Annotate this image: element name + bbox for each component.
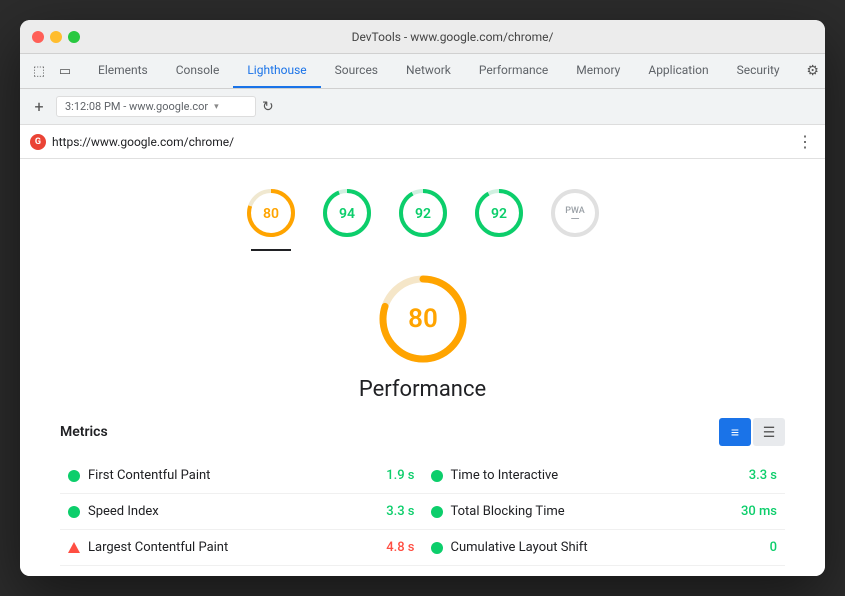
maximize-button[interactable] [68, 31, 80, 43]
title-bar: DevTools - www.google.com/chrome/ [20, 20, 825, 54]
metric-si: Speed Index 3.3 s [60, 494, 423, 530]
metric-tbt-value: 30 ms [741, 504, 777, 519]
score-circle-accessibility[interactable]: 94 [319, 185, 375, 251]
metric-cls-indicator [431, 542, 443, 554]
metric-fcp-value: 1.9 s [386, 468, 414, 483]
toggle-grid-view[interactable]: ≡ [719, 418, 751, 446]
metric-cls-value: 0 [770, 540, 777, 555]
score-circle-best-practices[interactable]: 92 [395, 185, 451, 251]
tab-security[interactable]: Security [723, 54, 794, 88]
svg-text:92: 92 [491, 206, 507, 222]
metric-lcp: Largest Contentful Paint 4.8 s [60, 530, 423, 566]
svg-text:80: 80 [263, 206, 279, 222]
address-dropdown-icon: ▾ [214, 102, 219, 112]
traffic-lights [32, 31, 80, 43]
metric-cls: Cumulative Layout Shift 0 [423, 530, 786, 566]
metric-tti-name: Time to Interactive [451, 468, 741, 483]
main-content: 80 94 92 [20, 159, 825, 576]
svg-text:92: 92 [415, 206, 431, 222]
metric-cls-name: Cumulative Layout Shift [451, 540, 762, 555]
devtools-tab-bar: ⬚ ▭ Elements Console Lighthouse Sources … [20, 54, 825, 89]
metrics-grid: First Contentful Paint 1.9 s Time to Int… [60, 458, 785, 566]
metric-fcp-indicator [68, 470, 80, 482]
refresh-icon[interactable]: ↻ [262, 99, 274, 115]
score-circles-row: 80 94 92 [20, 169, 825, 259]
performance-section: 80 Performance [20, 259, 825, 418]
new-tab-button[interactable]: + [28, 96, 50, 118]
window-title: DevTools - www.google.com/chrome/ [92, 30, 813, 44]
close-button[interactable] [32, 31, 44, 43]
devtools-tab-right-controls: ⚙ ⋮ [794, 54, 825, 88]
tab-console[interactable]: Console [162, 54, 234, 88]
score-circle-performance[interactable]: 80 [243, 185, 299, 251]
site-favicon: G [30, 134, 46, 150]
current-url: https://www.google.com/chrome/ [52, 135, 789, 149]
url-bar-more-icon[interactable]: ⋮ [795, 132, 815, 152]
metric-lcp-name: Largest Contentful Paint [88, 540, 378, 555]
browser-window: DevTools - www.google.com/chrome/ ⬚ ▭ El… [20, 20, 825, 576]
metric-tbt-indicator [431, 506, 443, 518]
tab-network[interactable]: Network [392, 54, 465, 88]
tab-elements[interactable]: Elements [84, 54, 162, 88]
device-icon[interactable]: ▭ [54, 60, 76, 82]
large-score-ring: 80 [373, 269, 473, 369]
footer-note: Values are estimated and may vary. The p… [20, 566, 825, 576]
inspect-icon[interactable]: ⬚ [28, 60, 50, 82]
metric-fcp: First Contentful Paint 1.9 s [60, 458, 423, 494]
metric-tti-value: 3.3 s [749, 468, 777, 483]
svg-text:—: — [570, 212, 579, 226]
metrics-title: Metrics [60, 424, 108, 440]
metrics-section: Metrics ≡ ☰ First Contentful Paint 1.9 s… [20, 418, 825, 566]
tab-application[interactable]: Application [634, 54, 722, 88]
metric-tbt-name: Total Blocking Time [451, 504, 733, 519]
metric-tti: Time to Interactive 3.3 s [423, 458, 786, 494]
metric-fcp-name: First Contentful Paint [88, 468, 378, 483]
devtools-tabs-list: Elements Console Lighthouse Sources Netw… [84, 54, 794, 88]
tab-sources[interactable]: Sources [321, 54, 392, 88]
tab-lighthouse[interactable]: Lighthouse [233, 54, 320, 88]
tab-memory[interactable]: Memory [562, 54, 634, 88]
tab-performance[interactable]: Performance [465, 54, 562, 88]
metric-si-indicator [68, 506, 80, 518]
view-toggle: ≡ ☰ [719, 418, 785, 446]
url-bar: G https://www.google.com/chrome/ ⋮ [20, 125, 825, 159]
svg-text:80: 80 [408, 304, 438, 334]
address-url: 3:12:08 PM - www.google.cor [65, 100, 208, 113]
svg-text:94: 94 [339, 206, 355, 222]
toggle-list-view[interactable]: ☰ [753, 418, 785, 446]
address-bar: + 3:12:08 PM - www.google.cor ▾ ↻ [20, 89, 825, 125]
metric-lcp-value: 4.8 s [386, 540, 414, 555]
metric-si-value: 3.3 s [386, 504, 414, 519]
metric-lcp-indicator [68, 542, 80, 553]
minimize-button[interactable] [50, 31, 62, 43]
settings-icon[interactable]: ⚙ [802, 60, 824, 82]
metric-tti-indicator [431, 470, 443, 482]
score-circle-seo[interactable]: 92 [471, 185, 527, 251]
metrics-header: Metrics ≡ ☰ [60, 418, 785, 446]
address-field[interactable]: 3:12:08 PM - www.google.cor ▾ [56, 96, 256, 117]
metric-tbt: Total Blocking Time 30 ms [423, 494, 786, 530]
performance-label: Performance [359, 377, 486, 402]
metric-si-name: Speed Index [88, 504, 378, 519]
devtools-tab-left-controls: ⬚ ▭ [20, 54, 84, 88]
score-circle-pwa[interactable]: PWA — [547, 185, 603, 251]
